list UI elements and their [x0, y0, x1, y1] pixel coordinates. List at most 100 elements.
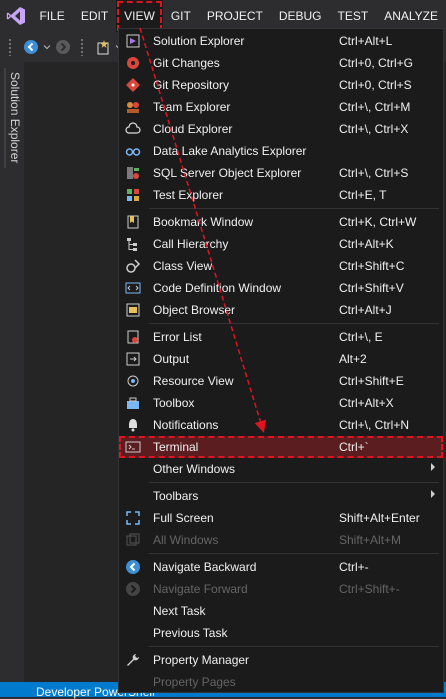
- menu-item-resource-view[interactable]: Resource View Ctrl+Shift+E: [119, 370, 443, 392]
- menu-item-shortcut: Ctrl+Shift+-: [339, 582, 400, 596]
- side-panel: Solution Explorer: [0, 62, 24, 682]
- menu-item-label: Bookmark Window: [153, 215, 254, 229]
- output-icon: [125, 351, 141, 367]
- menu-item-label: Test Explorer: [153, 188, 224, 202]
- menu-item-navigate-backward[interactable]: Navigate Backward Ctrl+-: [119, 556, 443, 578]
- menu-item-label: Property Manager: [153, 653, 250, 667]
- menu-item-label: Navigate Backward: [153, 560, 257, 574]
- sql-server-icon: [125, 165, 141, 181]
- menu-file[interactable]: FILE: [31, 0, 72, 32]
- menu-item-label: Solution Explorer: [153, 34, 245, 48]
- bookmark-icon: [125, 214, 141, 230]
- menu-item-terminal[interactable]: Terminal Ctrl+`: [119, 436, 443, 458]
- visual-studio-logo-icon[interactable]: [0, 0, 31, 32]
- menu-item-shortcut: Alt+2: [339, 352, 367, 366]
- menu-item-label: Next Task: [153, 604, 206, 618]
- menu-item-output[interactable]: Output Alt+2: [119, 348, 443, 370]
- bell-icon: [125, 417, 141, 433]
- call-hierarchy-icon: [125, 236, 141, 252]
- solution-explorer-icon: [125, 33, 141, 49]
- solution-explorer-tab-label: Solution Explorer: [8, 72, 22, 164]
- menu-item-label: Full Screen: [153, 511, 214, 525]
- submenu-arrow-icon: [431, 463, 435, 471]
- menu-item-shortcut: Ctrl+E, T: [339, 188, 387, 202]
- toolbox-icon: [125, 395, 141, 411]
- menu-item-object-browser[interactable]: Object Browser Ctrl+Alt+J: [119, 299, 443, 321]
- menu-item-label: Object Browser: [153, 303, 236, 317]
- menu-item-notifications[interactable]: Notifications Ctrl+\, Ctrl+N: [119, 414, 443, 436]
- menu-item-label: Terminal: [153, 440, 199, 454]
- menu-item-label: Navigate Forward: [153, 582, 248, 596]
- new-project-icon[interactable]: [92, 36, 114, 58]
- menu-separator: [149, 553, 439, 554]
- menu-item-solution-explorer[interactable]: Solution Explorer Ctrl+Alt+L: [119, 30, 443, 52]
- menu-item-git-repository[interactable]: Git Repository Ctrl+0, Ctrl+S: [119, 74, 443, 96]
- menu-item-git-changes[interactable]: Git Changes Ctrl+0, Ctrl+G: [119, 52, 443, 74]
- menu-item-label: Code Definition Window: [153, 281, 282, 295]
- navigate-forward-icon: [125, 581, 141, 597]
- menu-item-shortcut: Shift+Alt+M: [339, 533, 402, 547]
- back-icon[interactable]: [20, 36, 42, 58]
- menu-item-label: Cloud Explorer: [153, 122, 233, 136]
- git-changes-icon: [125, 55, 141, 71]
- menu-item-shortcut: Ctrl+-: [339, 560, 369, 574]
- menu-item-label: Error List: [153, 330, 202, 344]
- forward-icon[interactable]: [52, 36, 74, 58]
- menu-item-label: Output: [153, 352, 190, 366]
- menu-item-previous-task[interactable]: Previous Task: [119, 622, 443, 644]
- menu-item-label: Resource View: [153, 374, 234, 388]
- menu-item-test-explorer[interactable]: Test Explorer Ctrl+E, T: [119, 184, 443, 206]
- menu-item-all-windows[interactable]: All Windows Shift+Alt+M: [119, 529, 443, 551]
- menu-item-property-manager[interactable]: Property Manager: [119, 649, 443, 671]
- toolbar-grip[interactable]: [8, 38, 12, 56]
- git-repository-icon: [125, 77, 141, 93]
- menu-item-label: Team Explorer: [153, 100, 231, 114]
- menu-item-label: All Windows: [153, 533, 219, 547]
- menu-item-call-hierarchy[interactable]: Call Hierarchy Ctrl+Alt+K: [119, 233, 443, 255]
- menu-item-shortcut: Ctrl+`: [339, 440, 369, 454]
- menu-item-shortcut: Ctrl+Alt+J: [339, 303, 392, 317]
- terminal-icon: [125, 439, 141, 455]
- menu-item-shortcut: Ctrl+\, Ctrl+S: [339, 166, 409, 180]
- menu-item-data-lake-analytics-explorer[interactable]: Data Lake Analytics Explorer: [119, 140, 443, 162]
- menu-edit[interactable]: EDIT: [73, 0, 116, 32]
- menu-item-navigate-forward[interactable]: Navigate Forward Ctrl+Shift+-: [119, 578, 443, 600]
- menu-item-label: Class View: [153, 259, 213, 273]
- menu-item-label: Toolbox: [153, 396, 195, 410]
- menu-item-error-list[interactable]: Error List Ctrl+\, E: [119, 326, 443, 348]
- navigate-backward-icon: [125, 559, 141, 575]
- menu-item-code-definition-window[interactable]: Code Definition Window Ctrl+Shift+V: [119, 277, 443, 299]
- full-screen-icon: [125, 510, 141, 526]
- menu-item-label: Other Windows: [153, 462, 236, 476]
- all-windows-icon: [125, 532, 141, 548]
- submenu-arrow-icon: [431, 490, 435, 498]
- menu-item-label: Call Hierarchy: [153, 237, 229, 251]
- view-menu-dropdown: Solution Explorer Ctrl+Alt+L Git Changes Ct…: [118, 28, 444, 693]
- toolbar-separator: [80, 38, 84, 56]
- menu-item-shortcut: Ctrl+Shift+C: [339, 259, 405, 273]
- menu-item-label: Toolbars: [153, 489, 199, 503]
- menu-item-bookmark-window[interactable]: Bookmark Window Ctrl+K, Ctrl+W: [119, 211, 443, 233]
- menu-item-next-task[interactable]: Next Task: [119, 600, 443, 622]
- code-definition-icon: [125, 280, 141, 296]
- menu-item-sql-server-object-explorer[interactable]: SQL Server Object Explorer Ctrl+\, Ctrl+S: [119, 162, 443, 184]
- menu-item-shortcut: Ctrl+\, Ctrl+N: [339, 418, 410, 432]
- menu-item-full-screen[interactable]: Full Screen Shift+Alt+Enter: [119, 507, 443, 529]
- menu-item-shortcut: Ctrl+Alt+K: [339, 237, 394, 251]
- menu-item-toolbars[interactable]: Toolbars: [119, 485, 443, 507]
- menu-item-other-windows[interactable]: Other Windows: [119, 458, 443, 480]
- chevron-down-icon[interactable]: [42, 36, 52, 58]
- menu-item-label: Data Lake Analytics Explorer: [153, 144, 307, 158]
- menu-item-toolbox[interactable]: Toolbox Ctrl+Alt+X: [119, 392, 443, 414]
- menu-item-shortcut: Ctrl+K, Ctrl+W: [339, 215, 417, 229]
- menu-item-property-pages[interactable]: Property Pages: [119, 671, 443, 693]
- menu-item-cloud-explorer[interactable]: Cloud Explorer Ctrl+\, Ctrl+X: [119, 118, 443, 140]
- object-browser-icon: [125, 302, 141, 318]
- menu-item-team-explorer[interactable]: Team Explorer Ctrl+\, Ctrl+M: [119, 96, 443, 118]
- menu-item-class-view[interactable]: Class View Ctrl+Shift+C: [119, 255, 443, 277]
- menu-item-label: Git Changes: [153, 56, 220, 70]
- menu-item-shortcut: Ctrl+\, E: [339, 330, 383, 344]
- solution-explorer-tab[interactable]: Solution Explorer: [4, 68, 24, 168]
- menu-separator: [149, 208, 439, 209]
- menu-separator: [149, 323, 439, 324]
